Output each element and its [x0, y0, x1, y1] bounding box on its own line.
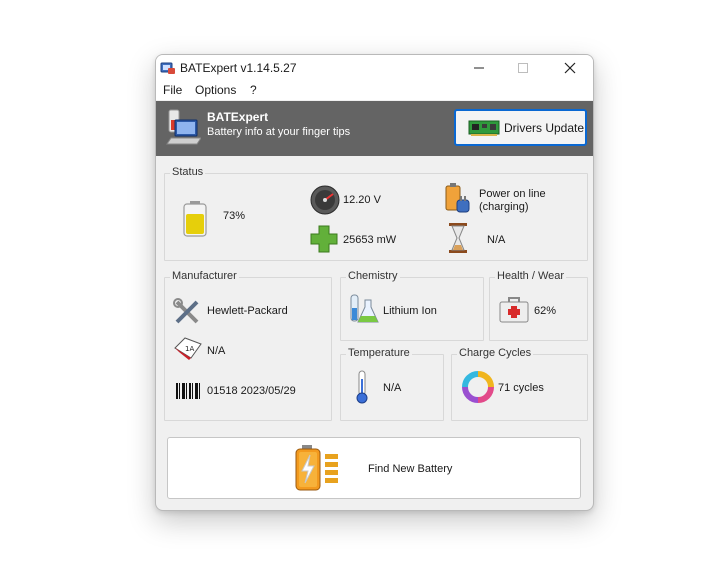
banner-tagline: Battery info at your finger tips	[207, 126, 351, 138]
chemistry-flask-icon	[350, 294, 379, 323]
drivers-update-button[interactable]: Drivers Update	[454, 109, 587, 146]
menu-file[interactable]: File	[163, 83, 182, 97]
close-button[interactable]	[547, 55, 593, 81]
minimize-button[interactable]	[456, 55, 502, 81]
chemistry-group: Chemistry Lithium Ion	[340, 270, 484, 341]
circuit-board-icon	[468, 120, 500, 136]
charge-percent: 73%	[223, 210, 246, 222]
voltage-value: 12.20 V	[343, 194, 381, 206]
power-source-line1: Power on line	[479, 188, 546, 200]
manufacturer-group-label: Manufacturer	[170, 270, 239, 282]
banner-app-name: BATExpert	[207, 110, 269, 124]
cycles-value: 71 cycles	[498, 382, 544, 394]
app-window: BATExpert v1.14.5.27 File Options ? BATE…	[155, 54, 594, 511]
svg-text:1A: 1A	[185, 345, 194, 353]
maximize-button[interactable]	[500, 55, 546, 81]
temperature-group-label: Temperature	[346, 347, 412, 359]
status-group: Status 73% 12.20 V 25653 mW Power on lin…	[164, 166, 588, 261]
power-source-line2: (charging)	[479, 201, 529, 213]
cycles-group-label: Charge Cycles	[457, 347, 534, 359]
battery-charging-icon	[295, 445, 338, 491]
tag-label-icon: 1A	[174, 337, 202, 360]
cycles-group: Charge Cycles 71 cycles	[451, 347, 588, 421]
power-value: 25653 mW	[343, 234, 397, 246]
find-new-battery-button[interactable]: Find New Battery	[167, 437, 581, 499]
chemistry-group-label: Chemistry	[346, 270, 400, 282]
power-plus-icon	[310, 225, 338, 253]
health-value: 62%	[534, 305, 557, 317]
close-icon	[564, 62, 576, 74]
power-plug-battery-icon	[445, 183, 470, 213]
maximize-icon	[518, 63, 528, 73]
menu-bar: File Options ?	[156, 81, 593, 100]
thermometer-icon	[356, 370, 368, 404]
health-group-label: Health / Wear	[495, 270, 567, 282]
barcode-icon	[176, 383, 200, 399]
first-aid-kit-icon	[499, 297, 529, 323]
find-new-battery-label: Find New Battery	[368, 463, 453, 475]
speedometer-icon	[310, 185, 340, 215]
serial-date-value: 01518 2023/05/29	[207, 385, 296, 397]
manufacturer-name: Hewlett-Packard	[207, 305, 288, 317]
tools-icon	[173, 298, 199, 324]
temperature-group: Temperature N/A	[340, 347, 444, 421]
battery-app-icon	[160, 62, 175, 74]
battery-level-icon	[183, 201, 207, 237]
window-title: BATExpert v1.14.5.27	[180, 61, 297, 75]
chemistry-value: Lithium Ion	[383, 305, 437, 317]
minimize-icon	[474, 67, 484, 69]
menu-help[interactable]: ?	[250, 83, 257, 97]
header-banner: BATExpert Battery info at your finger ti…	[156, 101, 593, 156]
health-group: Health / Wear 62%	[489, 270, 588, 341]
time-remaining: N/A	[487, 234, 506, 246]
manufacturer-group: Manufacturer Hewlett-Packard 1A N/A 0151…	[164, 270, 332, 421]
battery-laptop-logo-icon	[166, 109, 201, 145]
drivers-update-label: Drivers Update	[504, 121, 585, 135]
title-bar[interactable]: BATExpert v1.14.5.27	[156, 55, 593, 81]
cycle-arrows-icon	[462, 371, 494, 403]
status-group-label: Status	[170, 166, 206, 178]
temperature-value: N/A	[383, 382, 402, 394]
menu-options[interactable]: Options	[195, 83, 236, 97]
model-value: N/A	[207, 345, 226, 357]
hourglass-icon	[449, 223, 467, 253]
